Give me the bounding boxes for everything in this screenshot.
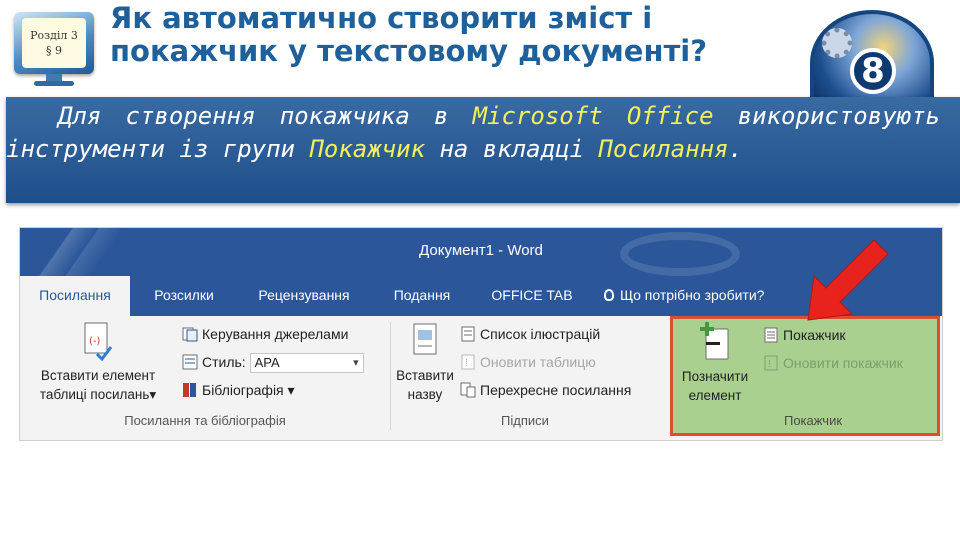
mark-entry-button[interactable]: Позначити елемент: [677, 321, 753, 405]
cross-reference-icon: [460, 381, 476, 398]
svg-text:(-): (-): [89, 336, 101, 347]
insert-index-icon: [763, 326, 779, 343]
bibliography-dropdown-arrow: ▾: [287, 382, 295, 398]
style-dropdown[interactable]: APA: [249, 353, 364, 374]
manage-sources-icon: [182, 325, 198, 342]
table-of-figures-button[interactable]: Список ілюстрацій: [460, 322, 600, 346]
group-label-captions: Підписи: [501, 413, 549, 428]
update-table-button[interactable]: ! Оновити таблицю: [460, 350, 596, 374]
manage-sources-button[interactable]: Керування джерелами: [182, 322, 348, 346]
group-label-citations: Посилання та бібліографія: [124, 413, 286, 428]
cross-reference-label: Перехресне посилання: [480, 382, 632, 398]
insert-caption-icon: [411, 322, 439, 362]
desc-part4: .: [728, 135, 743, 163]
description-text: Для створення покажчика в Microsoft Offi…: [6, 100, 940, 166]
bibliography-icon: [182, 381, 198, 397]
mark-entry-icon: [698, 321, 732, 363]
paragraph-number: § 9: [46, 44, 62, 57]
desc-part1: Для створення покажчика в: [58, 102, 473, 130]
cross-reference-button[interactable]: Перехресне посилання: [460, 378, 631, 402]
insert-citation-dropdown-arrow: ▾: [149, 387, 157, 402]
tab-office-tab[interactable]: OFFICE TAB: [482, 276, 582, 316]
table-of-figures-label: Список ілюстрацій: [480, 326, 601, 342]
style-selector: Стиль: APA: [182, 350, 364, 374]
grade-emblem: 8: [806, 10, 936, 98]
svg-text:!: !: [768, 359, 771, 370]
bibliography-label: Бібліографія: [202, 382, 284, 398]
monitor-screen: Розділ 3 § 9: [22, 18, 86, 68]
bibliography-button[interactable]: Бібліографія ▾: [182, 378, 295, 402]
section-monitor-badge: Розділ 3 § 9: [8, 6, 100, 86]
insert-index-button[interactable]: Покажчик: [763, 323, 846, 347]
update-index-icon: !: [763, 354, 779, 371]
update-index-button[interactable]: ! Оновити покажчик: [763, 351, 903, 375]
svg-text:!: !: [465, 358, 468, 369]
update-table-icon: !: [460, 353, 476, 370]
grade-number: 8: [850, 48, 896, 94]
style-label: Стиль:: [202, 354, 246, 370]
tab-view[interactable]: Подання: [380, 276, 464, 316]
insert-index-label: Покажчик: [783, 327, 846, 343]
tell-me-search[interactable]: Що потрібно зробити?: [604, 276, 804, 316]
tab-mailings[interactable]: Розсилки: [142, 276, 226, 316]
tab-review[interactable]: Рецензування: [246, 276, 362, 316]
desc-highlight-office: Microsoft Office: [472, 102, 714, 130]
group-separator: [390, 322, 391, 430]
style-icon: [182, 353, 198, 370]
monitor-base: [34, 81, 74, 86]
insert-caption-button[interactable]: Вставити назву: [392, 322, 458, 404]
insert-citation-icon: (-): [83, 322, 113, 362]
manage-sources-label: Керування джерелами: [202, 326, 349, 342]
tab-references[interactable]: Посилання: [20, 276, 130, 316]
desc-part3: на вкладці: [425, 135, 599, 163]
tell-me-label: Що потрібно зробити?: [620, 287, 765, 303]
slide-title: Як автоматично створити зміст і покажчик…: [110, 1, 708, 68]
update-table-label: Оновити таблицю: [480, 354, 596, 370]
desc-highlight-references: Посилання: [598, 135, 729, 163]
index-group-highlight: Позначити елемент Покажчик ! Оновити пока…: [670, 316, 940, 436]
group-label-index: Покажчик: [783, 413, 843, 428]
lightbulb-icon: [604, 289, 614, 301]
update-index-label: Оновити покажчик: [783, 355, 903, 371]
insert-citation-label: Вставити елемент таблиці посилань: [39, 368, 156, 402]
desc-highlight-index: Покажчик: [309, 135, 426, 163]
insert-caption-label: Вставити назву: [396, 368, 454, 402]
table-of-figures-icon: [460, 325, 476, 342]
insert-citation-button[interactable]: (-) Вставити елемент таблиці посилань▾: [30, 322, 166, 404]
section-number: Розділ 3: [30, 29, 78, 42]
mark-entry-label: Позначити елемент: [681, 369, 749, 403]
gear-icon: [822, 28, 852, 58]
red-arrow-icon: [807, 239, 889, 321]
